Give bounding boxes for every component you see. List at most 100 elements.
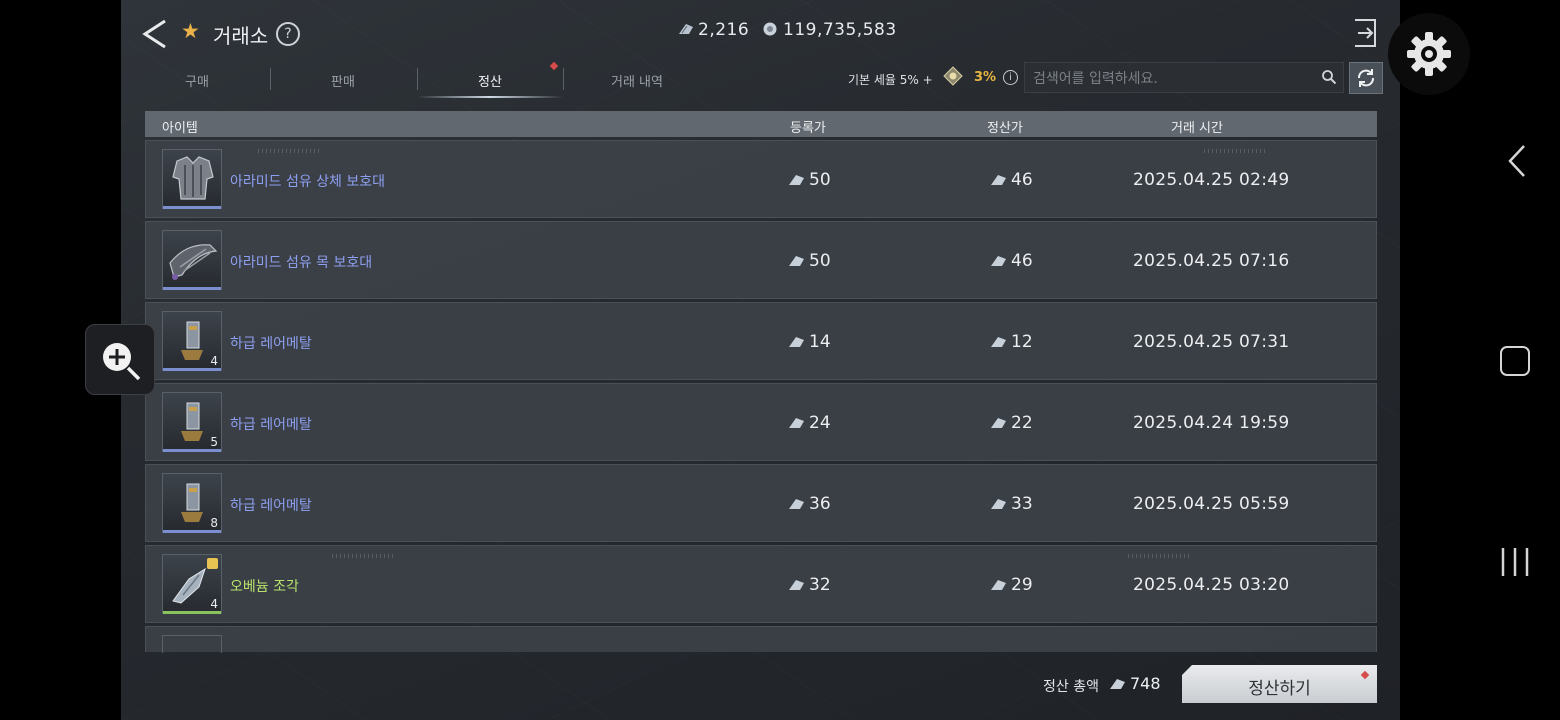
- base-tax-label: 기본 세율 5% +: [848, 73, 933, 87]
- settlement-total: 748: [1109, 674, 1161, 693]
- tax-badge-icon: [943, 66, 963, 86]
- item-slot: 8: [162, 473, 222, 533]
- settle-price: 46: [990, 170, 1033, 190]
- refresh-button[interactable]: [1349, 62, 1383, 94]
- settlement-total-value: 748: [1130, 674, 1161, 693]
- tab-divider: [417, 68, 418, 90]
- trade-time: 2025.04.25 02:49: [1133, 170, 1290, 190]
- gem-icon: [1110, 679, 1125, 689]
- row-decoration: [1128, 554, 1190, 558]
- gem-icon: [789, 418, 804, 428]
- settle-price: 12: [990, 332, 1033, 352]
- listed-price: 14: [788, 332, 831, 352]
- gem-icon: [789, 499, 804, 509]
- gem-icon: [991, 418, 1006, 428]
- settle-price-value: 12: [1011, 332, 1033, 352]
- settle-price-value: 33: [1011, 494, 1033, 514]
- settle-button-label: 정산하기: [1248, 679, 1311, 699]
- trade-time: 2025.04.24 19:59: [1133, 413, 1290, 433]
- listed-price: 24: [788, 413, 831, 433]
- gem-icon: [789, 580, 804, 590]
- item-name: 하급 레어메탈: [230, 417, 312, 433]
- item-quantity: 5: [210, 435, 218, 449]
- listed-price-value: 36: [809, 494, 831, 514]
- info-icon[interactable]: i: [1003, 70, 1018, 85]
- nav-recent-apps-icon[interactable]: [1500, 546, 1530, 578]
- item-slot: [162, 230, 222, 290]
- gem-currency-icon: [679, 24, 693, 34]
- trade-time: 2025.04.25 07:16: [1133, 251, 1290, 271]
- search-box: [1024, 62, 1344, 94]
- item-quantity: 8: [210, 516, 218, 530]
- back-arrow-icon[interactable]: [139, 18, 173, 50]
- tab-divider: [270, 68, 271, 90]
- item-slot: 5: [162, 392, 222, 452]
- nav-home-icon[interactable]: [1500, 346, 1530, 376]
- row-decoration: [258, 149, 320, 153]
- refresh-icon: [1358, 69, 1374, 87]
- zoom-button[interactable]: [85, 324, 155, 395]
- silver-currency-value: 119,735,583: [783, 20, 897, 40]
- gem-icon: [991, 580, 1006, 590]
- item-slot: 4: [162, 311, 222, 371]
- help-icon[interactable]: ?: [276, 22, 300, 46]
- table-row[interactable]: 8 하급 레어메탈 36 33 2025.04.25 05:59: [145, 464, 1377, 542]
- page-title: 거래소: [213, 24, 269, 48]
- gem-icon: [789, 337, 804, 347]
- exit-icon[interactable]: [1353, 18, 1377, 48]
- favorite-star-icon[interactable]: ★: [181, 19, 200, 43]
- table-row[interactable]: 5 하급 레어메탈 24 22 2025.04.24 19:59: [145, 383, 1377, 461]
- column-trade-time: 거래 시간: [1171, 121, 1223, 136]
- settle-price: 29: [990, 575, 1033, 595]
- item-name: 아라미드 섬유 목 보호대: [230, 255, 373, 271]
- row-decoration: [1204, 149, 1266, 153]
- settle-price: 46: [990, 251, 1033, 271]
- gem-icon: [991, 337, 1006, 347]
- zoom-in-icon: [103, 343, 141, 381]
- table-row[interactable]: 아라미드 섬유 목 보호대 50 46 2025.04.25 07:16: [145, 221, 1377, 299]
- column-settle-price: 정산가: [987, 121, 1023, 136]
- listed-price: 50: [788, 170, 831, 190]
- trade-time: 2025.04.25 03:20: [1133, 575, 1290, 595]
- grade-bar: [163, 287, 221, 290]
- grade-bar: [163, 368, 221, 371]
- listed-price: 50: [788, 251, 831, 271]
- gem-icon: [991, 256, 1006, 266]
- gem-currency-value: 2,216: [698, 20, 750, 40]
- tab-sell[interactable]: 판매: [314, 71, 372, 90]
- column-item: 아이템: [162, 121, 198, 136]
- tab-buy[interactable]: 구매: [168, 71, 226, 90]
- grade-bar: [163, 611, 221, 614]
- item-slot: [162, 635, 222, 653]
- settings-button[interactable]: [1388, 13, 1470, 95]
- gem-icon: [991, 175, 1006, 185]
- rare-metal-icon: [181, 483, 203, 522]
- nav-back-icon[interactable]: [1502, 143, 1532, 179]
- item-quantity: 4: [210, 597, 218, 611]
- tab-settlement[interactable]: 정산: [461, 71, 519, 90]
- listed-price-value: 50: [809, 170, 831, 190]
- tab-divider: [563, 68, 564, 90]
- item-quantity: 4: [210, 354, 218, 368]
- table-row[interactable]: 아라미드 섬유 상체 보호대 50 46 2025.04.25 02:49: [145, 140, 1377, 218]
- table-header: 아이템 등록가 정산가 거래 시간: [145, 111, 1377, 137]
- table-row-partial: [145, 626, 1377, 653]
- item-slot: [162, 149, 222, 209]
- row-decoration: [332, 554, 394, 558]
- search-input[interactable]: [1031, 63, 1305, 94]
- settlement-total-label: 정산 총액: [1043, 679, 1099, 695]
- settle-price-value: 46: [1011, 170, 1033, 190]
- silver-currency-icon: [763, 22, 777, 36]
- table-row[interactable]: 4 오베늄 조각 32 29 2025.04.25 03:20: [145, 545, 1377, 623]
- gear-icon: [1407, 32, 1451, 76]
- listed-price-value: 24: [809, 413, 831, 433]
- settle-price-value: 46: [1011, 251, 1033, 271]
- search-icon[interactable]: [1321, 69, 1337, 85]
- grade-bar: [163, 206, 221, 209]
- settle-button[interactable]: 정산하기: [1182, 665, 1377, 703]
- neck-guard-icon: [169, 244, 218, 280]
- tab-trade-history[interactable]: 거래 내역: [597, 71, 677, 90]
- table-row[interactable]: 4 하급 레어메탈 14 12 2025.04.25 07:31: [145, 302, 1377, 380]
- grade-bar: [163, 530, 221, 533]
- listed-price: 32: [788, 575, 831, 595]
